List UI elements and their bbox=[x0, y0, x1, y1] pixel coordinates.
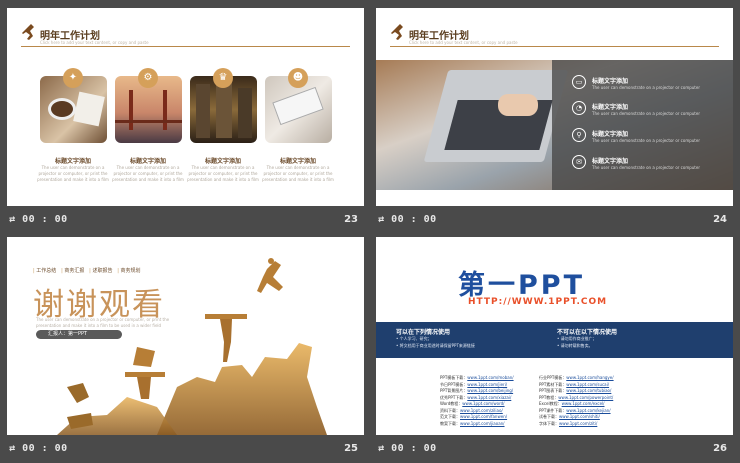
cannot-use-item: • 请勿转载和售卖。 bbox=[557, 343, 593, 348]
slide-number: 24 bbox=[713, 214, 727, 225]
resource-link[interactable]: www.1ppt.com/kejian/ bbox=[566, 408, 610, 413]
feature-description: The user can demonstrate on a projector … bbox=[592, 165, 700, 170]
monitor-icon: ▭ bbox=[572, 75, 586, 89]
feature-title: 标题文字添加 bbox=[592, 131, 629, 138]
slide-number: 26 bbox=[713, 443, 727, 454]
runner-logo-icon bbox=[22, 24, 34, 40]
location-icon: ⚲ bbox=[572, 128, 586, 142]
gear-icon: ⚙ bbox=[138, 68, 158, 88]
feature-title: 标题文字添加 bbox=[592, 158, 629, 165]
slide-24-footer: ⇄ 00 : 00 24 bbox=[376, 206, 733, 232]
slide-25-footer: ⇄ 00 : 00 25 bbox=[7, 435, 364, 461]
feature-title: 标题文字添加 bbox=[592, 104, 629, 111]
chat-icon: ✉ bbox=[572, 155, 586, 169]
people-icon: ☻ bbox=[288, 68, 308, 88]
slide-23-canvas[interactable]: 明年工作计划 Click here to add your text conte… bbox=[7, 8, 364, 206]
resource-link[interactable]: www.1ppt.com/moban/ bbox=[467, 375, 513, 380]
slide-23-subtitle: Click here to add your text content, or … bbox=[40, 40, 149, 45]
card-description: The user can demonstrate on a projector … bbox=[187, 165, 259, 182]
slide-timing: 00 : 00 bbox=[22, 443, 68, 454]
resource-link[interactable]: www.1ppt.com/hangye/ bbox=[566, 375, 613, 380]
chart-icon: ◔ bbox=[572, 101, 586, 115]
resource-link[interactable]: www.1ppt.com/tubiao/ bbox=[566, 388, 611, 393]
feature-description: The user can demonstrate on a projector … bbox=[592, 138, 700, 143]
resource-link[interactable]: www.1ppt.com/jieri/ bbox=[467, 382, 507, 387]
card-title: 标题文字添加 bbox=[279, 158, 316, 165]
card-description: The user can demonstrate on a projector … bbox=[262, 165, 334, 182]
header-divider bbox=[390, 46, 719, 47]
transition-icon: ⇄ bbox=[378, 214, 385, 225]
transition-icon: ⇄ bbox=[9, 443, 16, 454]
can-use-item: • 将文档用于商业用途时请保留PPT来源链接 bbox=[396, 343, 475, 348]
climbing-silhouette-illustration bbox=[57, 258, 327, 435]
card-description: The user can demonstrate on a projector … bbox=[37, 165, 109, 182]
resource-link[interactable]: www.1ppt.com/ziti/ bbox=[559, 421, 597, 426]
card-title: 标题文字添加 bbox=[129, 158, 166, 165]
slide-26-canvas[interactable]: 第一PPT HTTP://WWW.1PPT.COM 可以在下列情况使用 • 个人… bbox=[376, 237, 733, 435]
feature-description: The user can demonstrate on a projector … bbox=[592, 85, 700, 90]
slide-number: 23 bbox=[344, 214, 358, 225]
trophy-icon: ♛ bbox=[213, 68, 233, 88]
brand-url: HTTP://WWW.1PPT.COM bbox=[468, 297, 608, 307]
card-title: 标题文字添加 bbox=[204, 158, 241, 165]
cannot-use-item: • 请勿用作商业推广； bbox=[557, 336, 597, 341]
resource-link[interactable]: www.1ppt.com/excel/ bbox=[562, 401, 605, 406]
feature-description: The user can demonstrate on a projector … bbox=[592, 111, 700, 116]
slide-timing: 00 : 00 bbox=[22, 214, 68, 225]
slide-24-canvas[interactable]: 明年工作计划 Click here to add your text conte… bbox=[376, 8, 733, 206]
slide-25-canvas[interactable]: | 工作总结 | 商务汇报 | 述职报告 | 商务规划 谢谢观看 The use… bbox=[7, 237, 364, 435]
feature-title: 标题文字添加 bbox=[592, 78, 629, 85]
slide-number: 25 bbox=[344, 443, 358, 454]
slide-26-footer: ⇄ 00 : 00 26 bbox=[376, 435, 733, 461]
resource-link[interactable]: www.1ppt.com/jiaoan/ bbox=[460, 421, 505, 426]
resource-link[interactable]: www.1ppt.com/xiazai/ bbox=[467, 395, 511, 400]
resource-link[interactable]: www.1ppt.com/shiti/ bbox=[559, 414, 600, 419]
resource-link[interactable]: www.1ppt.com/sucai/ bbox=[566, 382, 609, 387]
slide-timing: 00 : 00 bbox=[391, 214, 437, 225]
resource-link[interactable]: www.1ppt.com/beijing/ bbox=[467, 388, 513, 393]
can-use-title: 可以在下列情况使用 bbox=[396, 329, 451, 336]
links-left: PPT模板下载：www.1ppt.com/moban/ 节日PPT模板：www.… bbox=[440, 375, 514, 426]
resource-link[interactable]: www.1ppt.com/word/ bbox=[462, 401, 504, 406]
transition-icon: ⇄ bbox=[9, 214, 16, 225]
can-use-item: • 个人学习、研究； bbox=[396, 336, 432, 341]
lightbulb-icon: ✦ bbox=[63, 68, 83, 88]
resource-link[interactable]: www.1ppt.com/ziliao/ bbox=[460, 408, 503, 413]
slide-23-footer: ⇄ 00 : 00 23 bbox=[7, 206, 364, 232]
header-divider bbox=[21, 46, 350, 47]
runner-logo-icon bbox=[391, 24, 403, 40]
links-right: 行业PPT模板：www.1ppt.com/hangye/ PPT素材下载：www… bbox=[539, 375, 614, 426]
slide-24-subtitle: Click here to add your text content, or … bbox=[409, 40, 518, 45]
card-description: The user can demonstrate on a projector … bbox=[112, 165, 184, 182]
cannot-use-title: 不可以在以下情况使用 bbox=[557, 329, 618, 336]
resource-link[interactable]: www.1ppt.com/fanwen/ bbox=[460, 414, 507, 419]
slide-timing: 00 : 00 bbox=[391, 443, 437, 454]
card-title: 标题文字添加 bbox=[54, 158, 91, 165]
resource-link[interactable]: www.1ppt.com/powerpoint/ bbox=[558, 395, 613, 400]
transition-icon: ⇄ bbox=[378, 443, 385, 454]
